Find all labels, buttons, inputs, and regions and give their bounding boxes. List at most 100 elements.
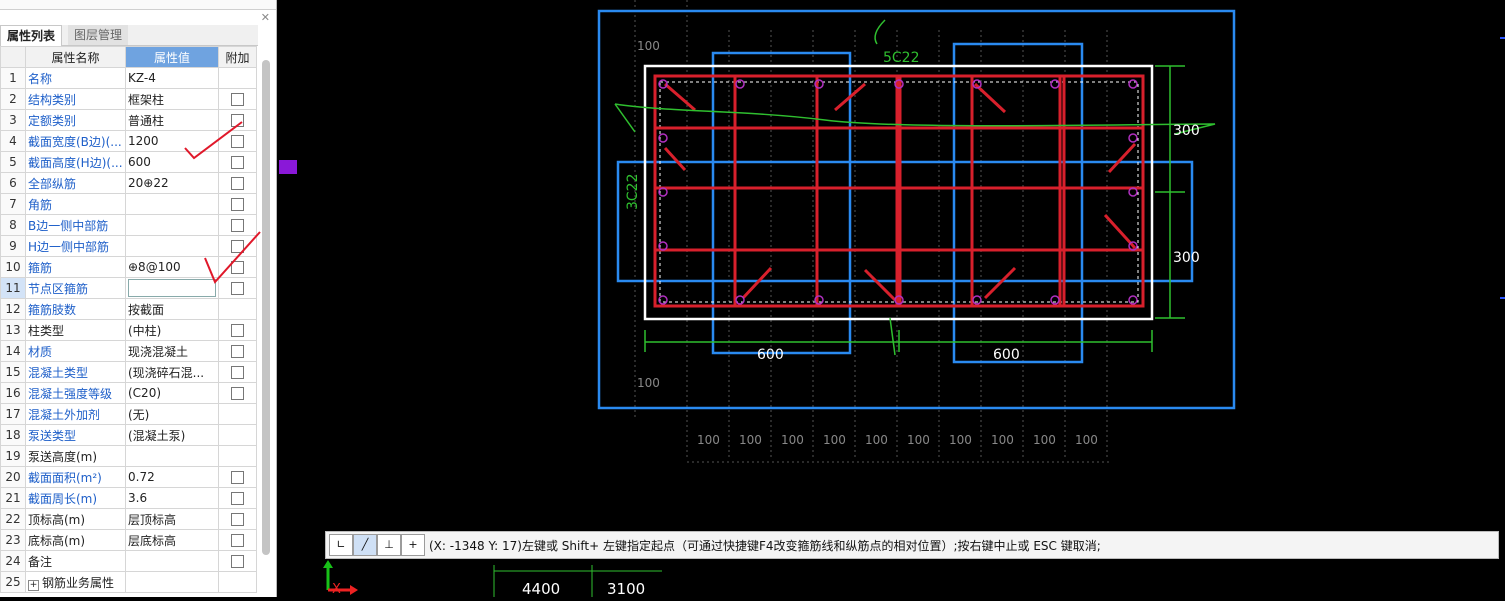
table-row[interactable]: 19 泵送高度(m) xyxy=(0,445,257,467)
property-name: 截面周长(m) xyxy=(25,487,126,509)
dim-300-a: 300 xyxy=(1173,123,1200,139)
property-name: 截面宽度(B边)(... xyxy=(25,130,126,152)
dim-3100: 3100 xyxy=(607,580,645,597)
property-value[interactable]: (无) xyxy=(125,403,219,425)
add-checkbox[interactable] xyxy=(231,471,244,484)
add-cell xyxy=(218,382,257,404)
table-row[interactable]: 20 截面面积(m²) 0.72 xyxy=(0,466,257,488)
row-number: 6 xyxy=(0,172,26,194)
property-value[interactable]: 现浇混凝土 xyxy=(125,340,219,362)
row-number: 9 xyxy=(0,235,26,257)
table-row[interactable]: 18 泵送类型 (混凝土泵) xyxy=(0,424,257,446)
property-name: 节点区箍筋 xyxy=(25,277,126,299)
highlight-outer xyxy=(597,9,1236,410)
property-name-text: 截面高度(H边)(... xyxy=(28,155,123,170)
line-mode-1-button[interactable]: ∟ xyxy=(329,534,353,556)
row-number: 20 xyxy=(0,466,26,488)
bottom-dimensions: 4400 3100 xyxy=(492,565,662,598)
add-mode-button[interactable]: + xyxy=(401,534,425,556)
property-value[interactable]: (C20) xyxy=(125,382,219,404)
property-value[interactable] xyxy=(125,550,219,572)
close-icon[interactable]: ✕ xyxy=(261,11,270,24)
row-number: 15 xyxy=(0,361,26,383)
table-row[interactable]: 2 结构类别 框架柱 xyxy=(0,88,257,110)
row-number: 2 xyxy=(0,88,26,110)
line-mode-2-button[interactable]: ╱ xyxy=(353,534,377,556)
add-checkbox[interactable] xyxy=(231,345,244,358)
property-name: H边一侧中部筋 xyxy=(25,235,126,257)
add-checkbox[interactable] xyxy=(231,513,244,526)
add-checkbox[interactable] xyxy=(231,555,244,568)
add-cell xyxy=(218,529,257,551)
property-value[interactable]: KZ-4 xyxy=(125,67,219,89)
tab-property-list[interactable]: 属性列表 xyxy=(0,25,63,46)
property-name: 混凝土外加剂 xyxy=(25,403,126,425)
table-row[interactable]: 24 备注 xyxy=(0,550,257,572)
property-value[interactable]: 0.72 xyxy=(125,466,219,488)
table-row[interactable]: 16 混凝土强度等级 (C20) xyxy=(0,382,257,404)
property-name: 名称 xyxy=(25,67,126,89)
row-number: 12 xyxy=(0,298,26,320)
property-name-text: 角筋 xyxy=(28,197,53,212)
panel-splitter[interactable] xyxy=(277,0,325,597)
expand-icon[interactable]: + xyxy=(28,579,39,591)
table-row[interactable]: 21 截面周长(m) 3.6 xyxy=(0,487,257,509)
property-name-text: 备注 xyxy=(28,554,53,569)
add-checkbox[interactable] xyxy=(231,387,244,400)
add-checkbox[interactable] xyxy=(231,534,244,547)
add-checkbox[interactable] xyxy=(231,93,244,106)
add-checkbox[interactable] xyxy=(231,492,244,505)
tab-layer-management[interactable]: 图层管理 xyxy=(68,25,129,45)
property-value[interactable] xyxy=(125,445,219,467)
property-name: B边一侧中部筋 xyxy=(25,214,126,236)
row-number: 7 xyxy=(0,193,26,215)
property-name-text: 泵送类型 xyxy=(28,428,77,443)
side-rebar-label: 3C22 xyxy=(625,174,641,211)
table-row[interactable]: 12 箍筋肢数 按截面 xyxy=(0,298,257,320)
row-number: 25 xyxy=(0,571,26,593)
table-row[interactable]: 13 柱类型 (中柱) xyxy=(0,319,257,341)
drawing-canvas[interactable]: 100 100 100 100 100 100 100 100 100 100 … xyxy=(325,0,1505,597)
property-name: 箍筋肢数 xyxy=(25,298,126,320)
property-value[interactable]: 层顶标高 xyxy=(125,508,219,530)
dim-600-b: 600 xyxy=(993,347,1020,363)
grid-label: 100 xyxy=(865,433,888,447)
table-row[interactable]: 14 材质 现浇混凝土 xyxy=(0,340,257,362)
row-number: 18 xyxy=(0,424,26,446)
property-value[interactable]: (混凝土泵) xyxy=(125,424,219,446)
property-value[interactable] xyxy=(125,571,219,593)
property-value[interactable]: 3.6 xyxy=(125,487,219,509)
property-value[interactable]: (现浇碎石混... xyxy=(125,361,219,383)
property-name-text: 钢筋业务属性 xyxy=(42,575,115,590)
row-number: 21 xyxy=(0,487,26,509)
add-cell xyxy=(218,361,257,383)
property-value[interactable]: 按截面 xyxy=(125,298,219,320)
property-name: + 钢筋业务属性 xyxy=(25,571,126,593)
grid-label: 100 xyxy=(739,433,762,447)
property-value[interactable]: (中柱) xyxy=(125,319,219,341)
row-number: 14 xyxy=(0,340,26,362)
table-row[interactable]: 1 名称 KZ-4 xyxy=(0,67,257,89)
table-row[interactable]: 23 底标高(m) 层底标高 xyxy=(0,529,257,551)
table-row[interactable]: 15 混凝土类型 (现浇碎石混... xyxy=(0,361,257,383)
property-name: 结构类别 xyxy=(25,88,126,110)
property-name: 柱类型 xyxy=(25,319,126,341)
row-number: 22 xyxy=(0,508,26,530)
row-number: 13 xyxy=(0,319,26,341)
property-name-text: 截面宽度(B边)(... xyxy=(28,134,122,149)
header-num xyxy=(0,46,26,68)
property-value[interactable]: 层底标高 xyxy=(125,529,219,551)
line-mode-3-button[interactable]: ⊥ xyxy=(377,534,401,556)
property-name: 材质 xyxy=(25,340,126,362)
add-checkbox[interactable] xyxy=(231,324,244,337)
property-value[interactable]: 框架柱 xyxy=(125,88,219,110)
grid-label: 100 xyxy=(637,376,660,390)
table-row[interactable]: 17 混凝土外加剂 (无) xyxy=(0,403,257,425)
property-name: 泵送高度(m) xyxy=(25,445,126,467)
table-row[interactable]: 22 顶标高(m) 层顶标高 xyxy=(0,508,257,530)
grid-label: 100 xyxy=(823,433,846,447)
row-number: 8 xyxy=(0,214,26,236)
add-checkbox[interactable] xyxy=(231,366,244,379)
add-cell xyxy=(218,571,257,593)
table-row[interactable]: 25 + 钢筋业务属性 xyxy=(0,571,257,593)
